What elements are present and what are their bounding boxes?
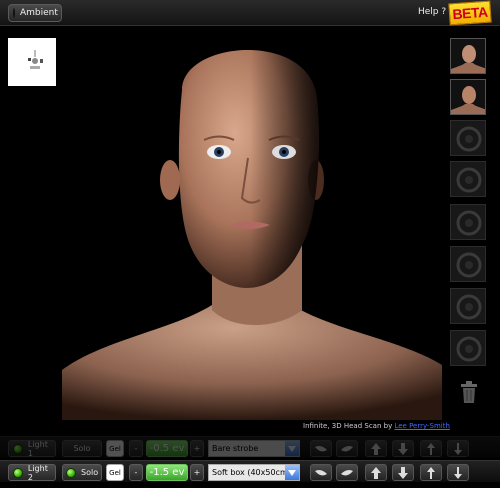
head-left-icon[interactable] (310, 440, 332, 457)
ev-increase-button[interactable]: + (190, 464, 204, 481)
light-led-icon (13, 467, 23, 478)
empty-slot-thumb[interactable] (450, 120, 486, 156)
head-thumbnail-icon (451, 45, 485, 73)
saved-view-thumb-1[interactable] (450, 38, 486, 74)
help-link[interactable]: Help ? (418, 7, 446, 17)
solo-label: Solo (73, 444, 91, 453)
aperture-icon (456, 252, 482, 278)
credit-author-link[interactable]: Lee Perry-Smith (394, 422, 449, 430)
credit-text: Infinite, 3D Head Scan by (303, 422, 395, 430)
modifier-select[interactable]: Soft box (40x50cm) (208, 464, 300, 481)
head-thumbnail-icon (451, 86, 485, 114)
light-row-2: Light 2 Solo Gel - -1.5 ev + Soft box (4… (0, 460, 500, 482)
aperture-icon (456, 210, 482, 236)
gel-label: Gel (109, 468, 121, 477)
solo-button[interactable]: Solo (62, 464, 102, 481)
head-right-icon[interactable] (336, 464, 358, 481)
ev-decrease-button[interactable]: - (129, 464, 143, 481)
aperture-icon (456, 167, 482, 193)
modifier-value: Bare strobe (212, 444, 259, 453)
arrow-down-icon[interactable] (392, 464, 414, 481)
render-viewport[interactable] (62, 30, 442, 420)
aperture-icon (456, 336, 482, 362)
ev-value: -1.5 ev (149, 467, 185, 478)
arrow-down-icon[interactable] (392, 440, 414, 457)
empty-slot-thumb[interactable] (450, 246, 486, 282)
light-2-label: Light 2 (27, 463, 48, 482)
ev-value-display: -0.5 ev (146, 440, 188, 457)
ev-value-display: -1.5 ev (146, 464, 188, 481)
head-right-icon[interactable] (336, 440, 358, 457)
ev-decrease-button[interactable]: - (129, 440, 143, 457)
light-led-icon (13, 443, 23, 454)
scene-map-icon (28, 50, 43, 69)
ev-value: -0.5 ev (149, 443, 185, 454)
ambient-label: Ambient (20, 8, 58, 18)
gel-button[interactable]: Gel (106, 464, 124, 481)
ambient-led-icon (13, 8, 15, 18)
light-1-toggle[interactable]: Light 1 (8, 439, 56, 458)
empty-slot-thumb[interactable] (450, 288, 486, 324)
head-render-image (62, 50, 442, 420)
empty-slot-thumb[interactable] (450, 161, 486, 197)
move-forward-icon[interactable] (420, 464, 442, 481)
arrow-up-icon[interactable] (365, 464, 387, 481)
arrow-up-icon[interactable] (365, 440, 387, 457)
chevron-down-icon (285, 441, 299, 456)
beta-badge: BETA (448, 0, 492, 26)
solo-led-icon (66, 467, 76, 478)
top-toolbar: Ambient Help ? BETA (0, 0, 500, 26)
minus-label: - (134, 468, 138, 477)
aperture-icon (456, 294, 482, 320)
plus-label: + (193, 444, 201, 453)
modifier-select[interactable]: Bare strobe (208, 440, 300, 457)
solo-label: Solo (81, 468, 99, 477)
move-back-icon[interactable] (447, 464, 469, 481)
solo-button[interactable]: Solo (62, 440, 102, 457)
empty-slot-thumb[interactable] (450, 330, 486, 366)
ev-increase-button[interactable]: + (190, 440, 204, 457)
ambient-toggle[interactable]: Ambient (8, 4, 62, 22)
head-left-icon[interactable] (310, 464, 332, 481)
modifier-value: Soft box (40x50cm) (212, 468, 291, 477)
beta-text: BETA (451, 3, 489, 23)
aperture-icon (456, 126, 482, 152)
trash-icon[interactable] (458, 380, 480, 404)
light-1-label: Light 1 (27, 439, 48, 458)
gel-button[interactable]: Gel (106, 440, 124, 457)
chevron-down-icon (285, 465, 299, 480)
plus-label: + (193, 468, 201, 477)
light-row-1: Light 1 Solo Gel - -0.5 ev + Bare strobe (0, 436, 500, 458)
move-forward-icon[interactable] (420, 440, 442, 457)
move-back-icon[interactable] (447, 440, 469, 457)
empty-slot-thumb[interactable] (450, 204, 486, 240)
saved-view-thumb-2[interactable] (450, 79, 486, 115)
credit-line: Infinite, 3D Head Scan by Lee Perry-Smit… (303, 422, 450, 430)
minus-label: - (134, 444, 138, 453)
gel-label: Gel (109, 444, 121, 453)
scene-overview-map[interactable] (8, 38, 56, 86)
light-2-toggle[interactable]: Light 2 (8, 463, 56, 482)
